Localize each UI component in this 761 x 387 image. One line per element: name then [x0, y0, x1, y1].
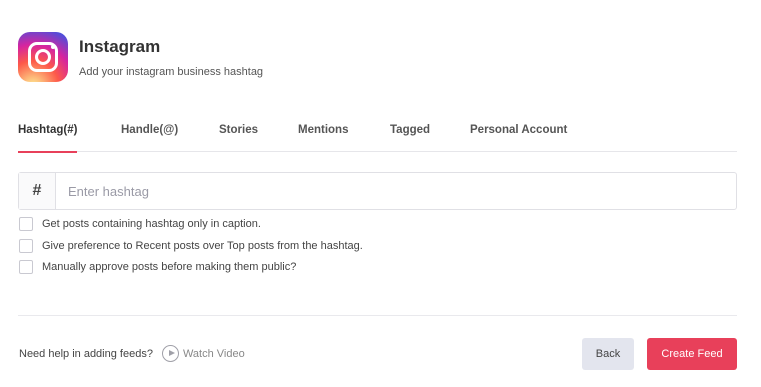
play-circle-icon [161, 345, 179, 362]
manual-approve-label: Manually approve posts before making the… [42, 261, 297, 273]
option-manual-approve: Manually approve posts before making the… [19, 260, 296, 274]
instagram-logo-icon [18, 32, 68, 82]
caption-only-checkbox[interactable] [19, 217, 33, 231]
hashtag-input[interactable] [56, 173, 736, 209]
tab-personal-account[interactable]: Personal Account [470, 124, 567, 152]
help-text: Need help in adding feeds? [19, 347, 153, 360]
tab-tagged[interactable]: Tagged [390, 124, 430, 152]
option-caption-only: Get posts containing hashtag only in cap… [19, 217, 261, 231]
app-title: Instagram [79, 37, 161, 56]
watch-video-link[interactable]: Watch Video [161, 345, 245, 362]
manual-approve-checkbox[interactable] [19, 260, 33, 274]
recent-posts-label: Give preference to Recent posts over Top… [42, 240, 363, 252]
option-recent-posts: Give preference to Recent posts over Top… [19, 239, 363, 253]
tab-handle[interactable]: Handle(@) [121, 124, 178, 152]
hash-prefix-icon: # [19, 173, 56, 209]
footer-divider [18, 315, 737, 316]
back-button[interactable]: Back [582, 338, 634, 370]
create-feed-button[interactable]: Create Feed [647, 338, 737, 370]
watch-video-label: Watch Video [182, 347, 245, 360]
header: Instagram Add your instagram business ha… [18, 32, 263, 82]
app-subtitle: Add your instagram business hashtag [79, 66, 264, 78]
title-block: Instagram Add your instagram business ha… [79, 36, 263, 78]
recent-posts-checkbox[interactable] [19, 239, 33, 253]
caption-only-label: Get posts containing hashtag only in cap… [42, 218, 261, 230]
help-row: Need help in adding feeds? Watch Video [19, 345, 245, 362]
tab-stories[interactable]: Stories [219, 124, 258, 152]
tab-bar: Hashtag(#) Handle(@) Stories Mentions Ta… [18, 118, 737, 153]
tab-mentions[interactable]: Mentions [298, 124, 348, 152]
tab-hashtag[interactable]: Hashtag(#) [18, 124, 78, 153]
hashtag-field: # [18, 172, 737, 210]
